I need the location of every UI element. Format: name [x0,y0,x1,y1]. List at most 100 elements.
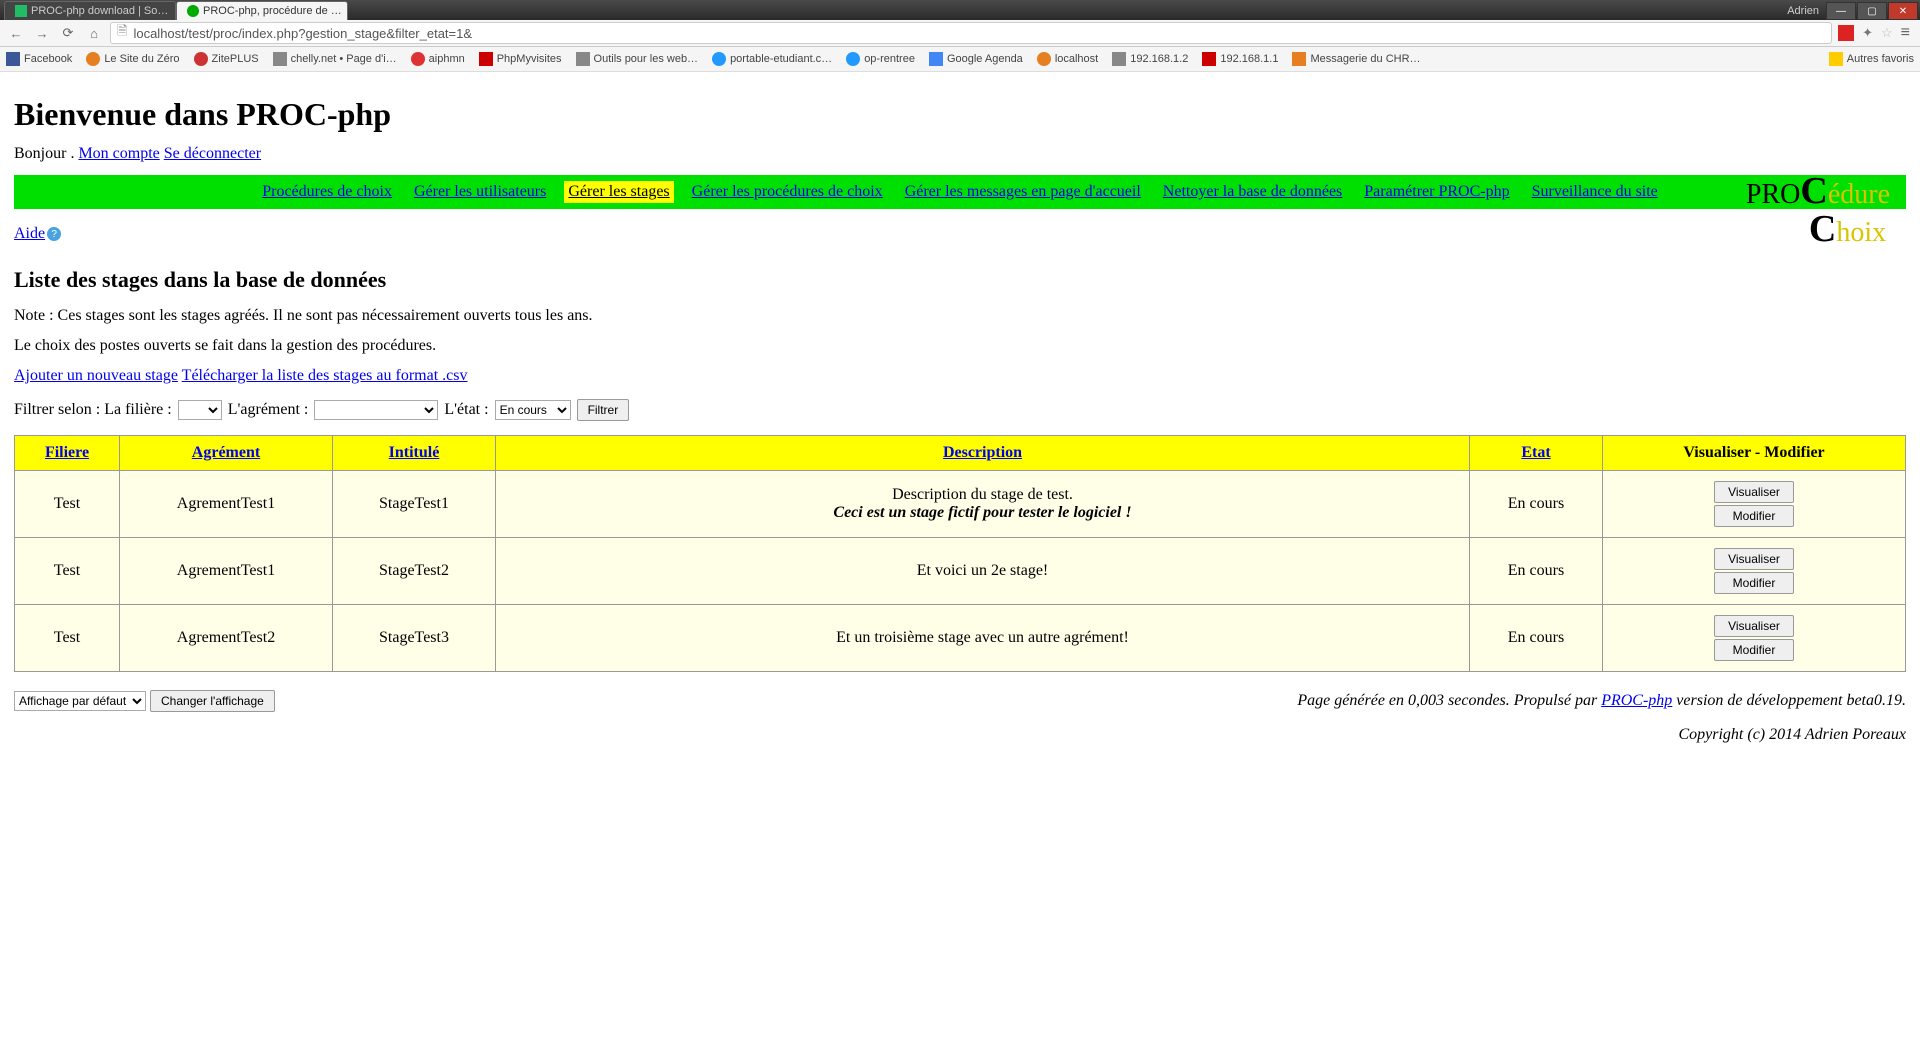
browser-toolbar: ← → ⟳ ⌂ 🗎 localhost/test/proc/index.php?… [0,20,1920,47]
cell-description: Description du stage de test.Ceci est un… [496,471,1470,538]
window-minimize-button[interactable]: — [1826,2,1856,20]
bookmark-label: op-rentree [864,53,915,65]
bookmark-item[interactable]: Le Site du Zéro [86,52,179,66]
my-account-link[interactable]: Mon compte [78,145,159,162]
nav-surveillance[interactable]: Surveillance du site [1528,181,1662,203]
translate-icon[interactable]: ✦ [1862,25,1873,41]
window-close-button[interactable]: ✕ [1888,2,1918,20]
browser-tab-strip: PROC-php download | So… PROC-php, procéd… [0,0,1920,20]
bookmark-label: 192.168.1.1 [1220,53,1278,65]
bookmark-favicon-icon [411,52,425,66]
display-mode-select[interactable]: Affichage par défaut [14,691,146,711]
bookmark-item[interactable]: Messagerie du CHR… [1292,52,1420,66]
nav-gerer-procedures[interactable]: Gérer les procédures de choix [688,181,887,203]
view-button[interactable]: Visualiser [1714,548,1794,570]
bookmark-item[interactable]: Facebook [6,52,72,66]
filiere-select[interactable] [178,400,222,420]
nav-gerer-utilisateurs[interactable]: Gérer les utilisateurs [410,181,550,203]
bookmark-item[interactable]: ZitePLUS [194,52,259,66]
bookmark-item[interactable]: aiphmn [411,52,465,66]
greeting-line: Bonjour . Mon compte Se déconnecter [14,145,1906,163]
change-display-button[interactable]: Changer l'affichage [150,690,275,712]
section-note: Note : Ces stages sont les stages agréés… [14,307,1906,325]
browser-tab-1[interactable]: PROC-php, procédure de … × [176,1,348,20]
nav-gerer-stages[interactable]: Gérer les stages [564,181,673,203]
stages-table: Filiere Agrément Intitulé Description Et… [14,435,1906,672]
bookmark-label: PhpMyvisites [497,53,562,65]
bookmark-favicon-icon [6,52,20,66]
logo-text: C [1800,170,1827,212]
col-etat[interactable]: Etat [1521,444,1550,461]
table-row: TestAgrementTest1StageTest2Et voici un 2… [15,538,1906,605]
tab-title: PROC-php, procédure de … [203,5,342,17]
etat-select[interactable]: En cours [495,400,571,420]
filter-button[interactable]: Filtrer [577,399,630,421]
cell-etat: En cours [1470,471,1603,538]
bookmark-label: ZitePLUS [212,53,259,65]
col-filiere[interactable]: Filiere [45,444,89,461]
bookmark-favicon-icon [846,52,860,66]
bookmark-item[interactable]: localhost [1037,52,1098,66]
bookmark-item[interactable]: portable-etudiant.c… [712,52,832,66]
col-intitule[interactable]: Intitulé [389,444,440,461]
add-stage-link[interactable]: Ajouter un nouveau stage [14,367,178,384]
logo-text: PRO [1746,179,1800,210]
filter-label: Filtrer selon : La filière : [14,401,172,419]
col-description[interactable]: Description [943,444,1022,461]
cell-intitule: StageTest1 [333,471,496,538]
cell-etat: En cours [1470,605,1603,672]
help-icon: ? [47,227,61,241]
home-button[interactable]: ⌂ [84,23,104,43]
generation-info: Page générée en 0,003 secondes. Propulsé… [1297,692,1906,710]
bookmark-item[interactable]: 192.168.1.2 [1112,52,1188,66]
window-maximize-button[interactable]: ▢ [1857,2,1887,20]
download-csv-link[interactable]: Télécharger la liste des stages au forma… [182,367,468,384]
cell-agrement: AgrementTest1 [120,471,333,538]
edit-button[interactable]: Modifier [1714,505,1794,527]
logout-link[interactable]: Se déconnecter [164,145,261,162]
col-agrement[interactable]: Agrément [192,444,260,461]
bookmark-star-icon[interactable]: ☆ [1881,25,1893,41]
edit-button[interactable]: Modifier [1714,572,1794,594]
back-button[interactable]: ← [6,23,26,43]
page-info-icon[interactable]: 🗎 [117,22,127,44]
view-button[interactable]: Visualiser [1714,481,1794,503]
cell-description: Et un troisième stage avec un autre agré… [496,605,1470,672]
filter-bar: Filtrer selon : La filière : L'agrément … [14,399,1906,421]
nav-nettoyer-bdd[interactable]: Nettoyer la base de données [1159,181,1346,203]
cell-actions: VisualiserModifier [1603,605,1906,672]
chrome-menu-button[interactable]: ≡ [1901,24,1910,42]
help-link[interactable]: Aide ? [14,225,61,243]
bookmark-label: Le Site du Zéro [104,53,179,65]
bookmarks-bar: Facebook Le Site du Zéro ZitePLUS chelly… [0,47,1920,72]
bookmark-item[interactable]: op-rentree [846,52,915,66]
page-title: Bienvenue dans PROC-php [14,96,1906,133]
address-bar[interactable]: 🗎 localhost/test/proc/index.php?gestion_… [110,22,1832,44]
extension-icon[interactable] [1838,25,1854,41]
nav-gerer-messages[interactable]: Gérer les messages en page d'accueil [901,181,1145,203]
forward-button[interactable]: → [32,23,52,43]
agrement-select[interactable] [314,400,438,420]
bookmark-favicon-icon [929,52,943,66]
nav-procedures-choix[interactable]: Procédures de choix [258,181,396,203]
view-button[interactable]: Visualiser [1714,615,1794,637]
reload-button[interactable]: ⟳ [58,23,78,43]
bookmark-favicon-icon [576,52,590,66]
logo-text: C [1809,208,1836,250]
bookmark-item[interactable]: chelly.net • Page d'i… [273,52,397,66]
edit-button[interactable]: Modifier [1714,639,1794,661]
proc-php-link[interactable]: PROC-php [1601,692,1672,709]
bookmark-item[interactable]: 192.168.1.1 [1202,52,1278,66]
bookmark-label: localhost [1055,53,1098,65]
bookmark-item[interactable]: PhpMyvisites [479,52,562,66]
bookmark-item[interactable]: Outils pour les web… [576,52,699,66]
url-text: localhost/test/proc/index.php?gestion_st… [133,26,472,41]
other-bookmarks-button[interactable]: Autres favoris [1829,52,1914,66]
bookmark-item[interactable]: Google Agenda [929,52,1023,66]
browser-tab-0[interactable]: PROC-php download | So… [4,1,176,20]
help-label[interactable]: Aide [14,225,45,243]
bookmark-favicon-icon [1202,52,1216,66]
logo-text: édure [1828,179,1890,210]
bookmark-label: Google Agenda [947,53,1023,65]
nav-parametrer[interactable]: Paramétrer PROC-php [1360,181,1513,203]
